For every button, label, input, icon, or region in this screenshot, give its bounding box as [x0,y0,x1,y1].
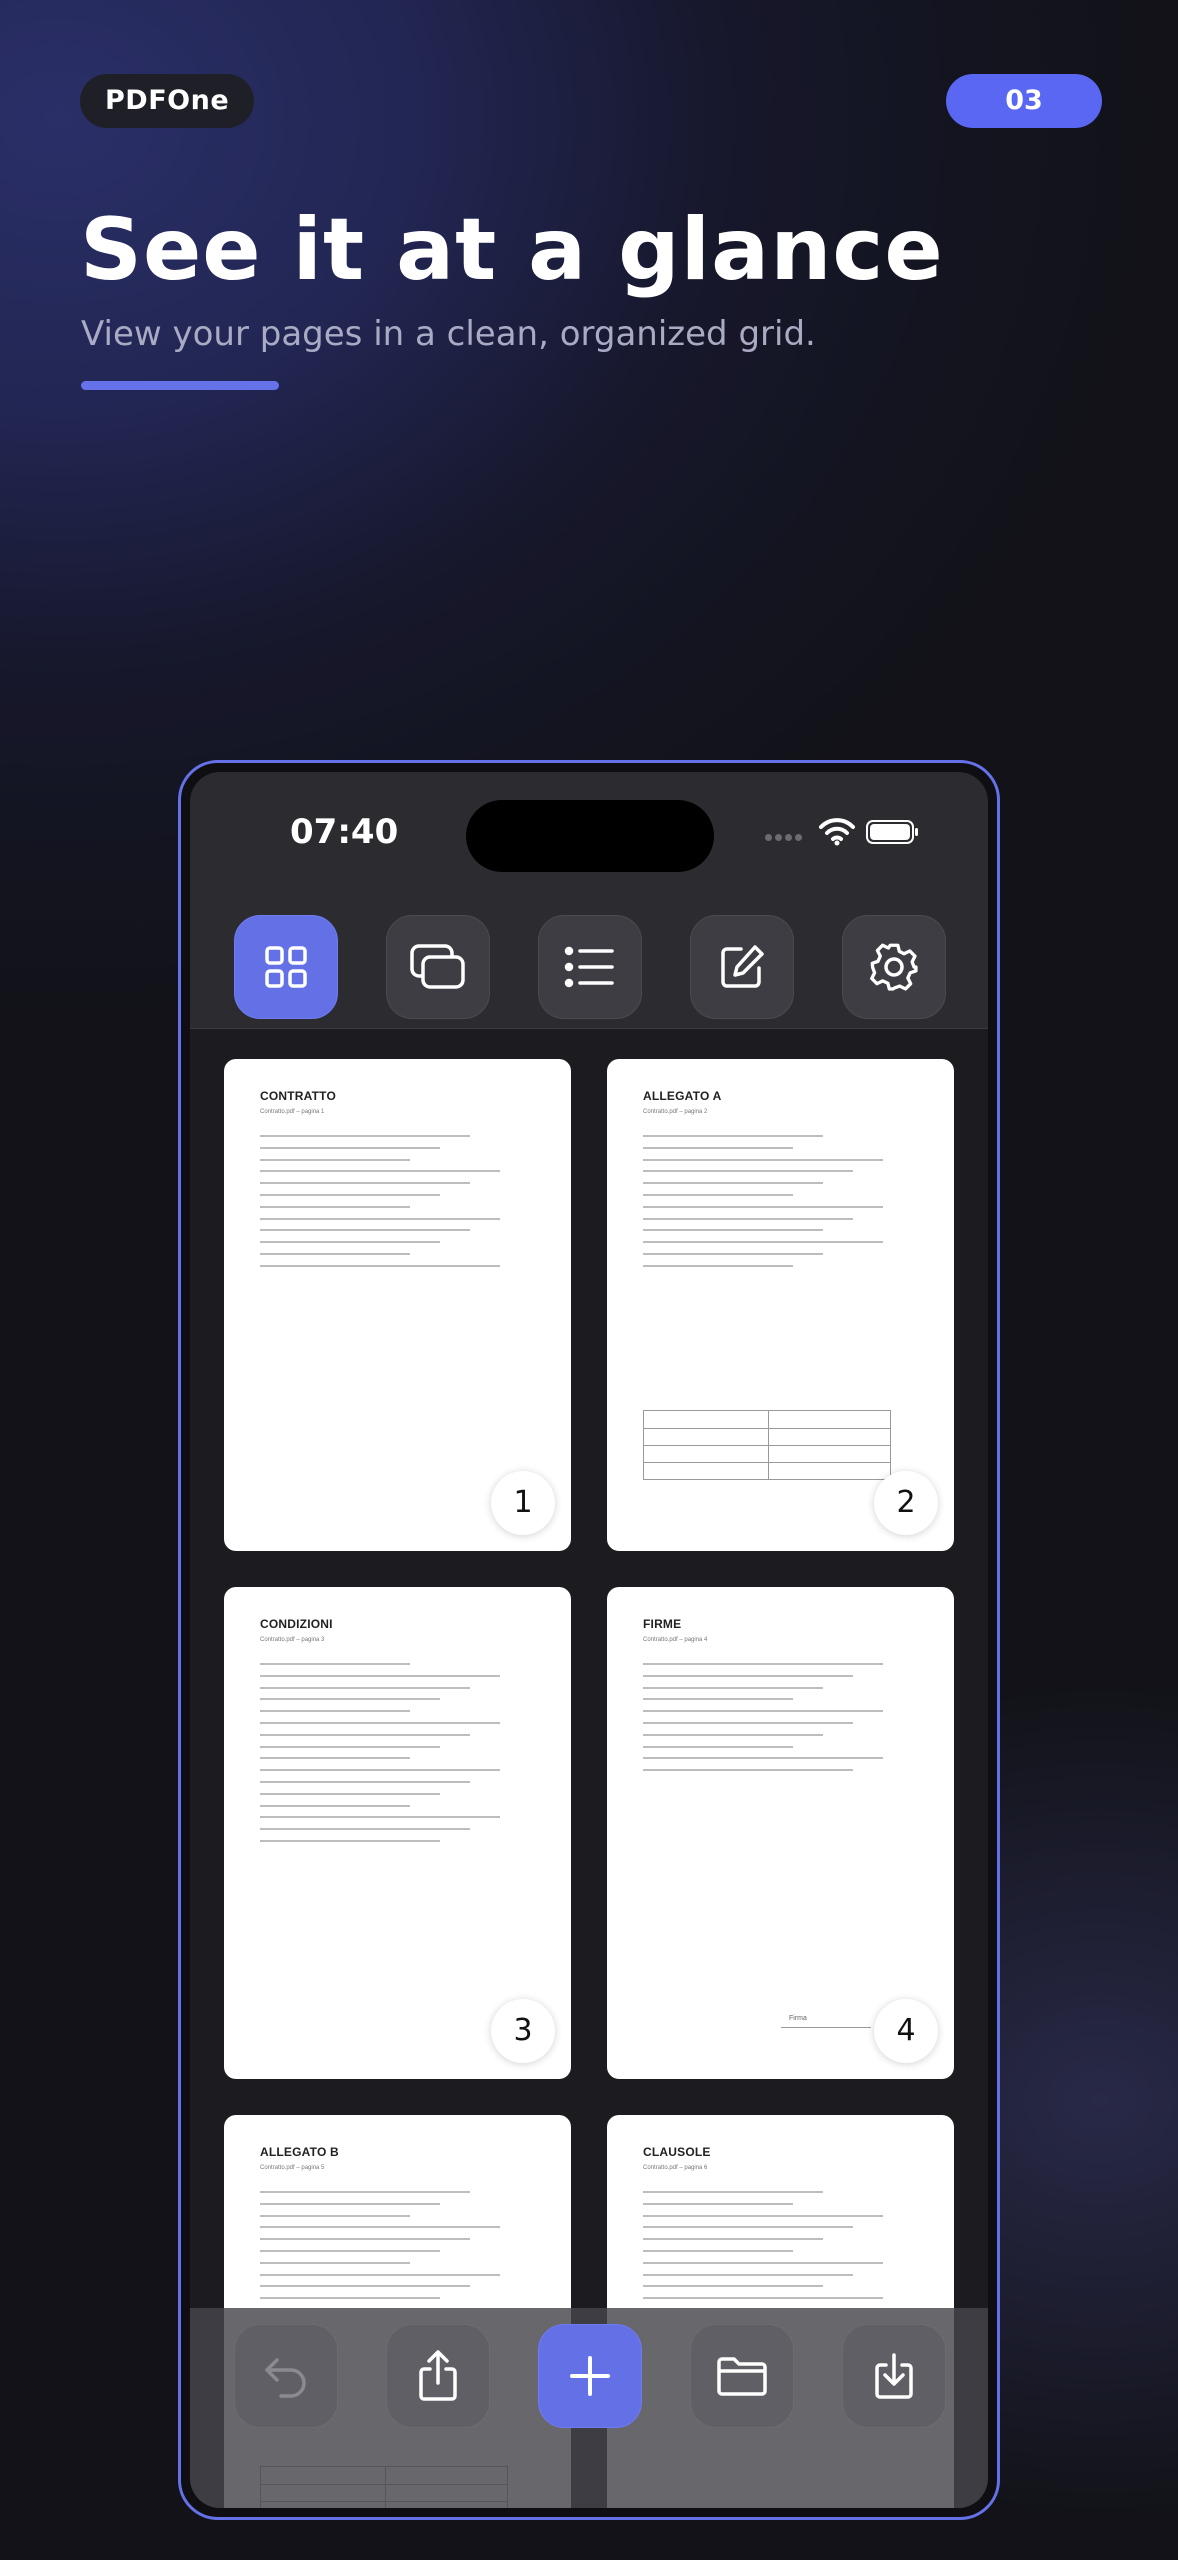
plus-icon [568,2354,612,2398]
share-button[interactable] [386,2324,490,2428]
page-caption: Contratto.pdf – pagina 5 [260,2165,325,2171]
text-lines [260,2191,510,2309]
list-icon [564,945,616,989]
list-view-button[interactable] [538,915,642,1019]
text-lines [643,1135,893,1277]
status-time: 07:40 [290,812,399,852]
step-badge: 03 [946,74,1102,128]
title-underline [81,381,279,390]
page-subtitle: View your pages in a clean, organized gr… [81,314,816,354]
text-lines [643,1663,893,1781]
page-caption: Contratto.pdf – pagina 1 [260,1109,325,1115]
page-grid: CONTRATTO Contratto.pdf – pagina 1 1 ALL… [190,1029,988,2508]
signature-label: Firma [789,2015,807,2022]
download-icon [872,2351,916,2401]
edit-button[interactable] [690,915,794,1019]
download-button[interactable] [842,2324,946,2428]
page-number-badge: 4 [874,1999,938,2063]
grid-icon [262,943,310,991]
page-thumbnail-2[interactable]: ALLEGATO A Contratto.pdf – pagina 2 2 [607,1059,954,1551]
undo-icon [261,2354,311,2398]
edit-icon [717,942,767,992]
dynamic-island [466,800,714,872]
page-heading: CLAUSOLE [643,2145,711,2159]
page-heading: ALLEGATO A [643,1089,722,1103]
text-lines [260,1135,510,1277]
status-bar: 07:40 [190,772,988,892]
pages-view-button[interactable] [386,915,490,1019]
page-heading: ALLEGATO B [260,2145,339,2159]
page-title: See it at a glance [80,200,944,300]
settings-button[interactable] [842,915,946,1019]
wifi-icon [818,816,856,846]
page-caption: Contratto.pdf – pagina 3 [260,1637,325,1643]
page-caption: Contratto.pdf – pagina 4 [643,1637,708,1643]
page-caption: Contratto.pdf – pagina 2 [643,1109,708,1115]
folder-icon [715,2354,769,2398]
view-toolbar [190,892,988,1029]
page-thumbnail-3[interactable]: CONDIZIONI Contratto.pdf – pagina 3 3 [224,1587,571,2079]
phone-screen: 07:40 CONTRATTO Contratto.pdf – pagina 1… [190,772,988,2508]
page-heading: CONTRATTO [260,1089,337,1103]
text-lines [260,1663,510,1852]
phone-mockup: 07:40 CONTRATTO Contratto.pdf – pagina 1… [178,760,1000,2520]
layers-icon [408,942,468,992]
brand-badge: PDFOne [80,74,255,128]
page-heading: FIRME [643,1617,682,1631]
add-button[interactable] [538,2324,642,2428]
page-heading: CONDIZIONI [260,1617,333,1631]
signature-line [781,2027,871,2028]
text-lines [643,2191,893,2309]
share-icon [416,2349,460,2403]
page-number-badge: 1 [491,1471,555,1535]
page-thumbnail-4[interactable]: FIRME Contratto.pdf – pagina 4 Firma 4 [607,1587,954,2079]
undo-button[interactable] [234,2324,338,2428]
action-bar [190,2308,988,2508]
gear-icon [867,940,921,994]
open-folder-button[interactable] [690,2324,794,2428]
signal-icon [765,834,805,844]
page-thumbnail-1[interactable]: CONTRATTO Contratto.pdf – pagina 1 1 [224,1059,571,1551]
battery-icon [866,820,920,844]
page-number-badge: 2 [874,1471,938,1535]
data-table-preview [643,1410,891,1480]
page-number-badge: 3 [491,1999,555,2063]
page-caption: Contratto.pdf – pagina 6 [643,2165,708,2171]
grid-view-button[interactable] [234,915,338,1019]
